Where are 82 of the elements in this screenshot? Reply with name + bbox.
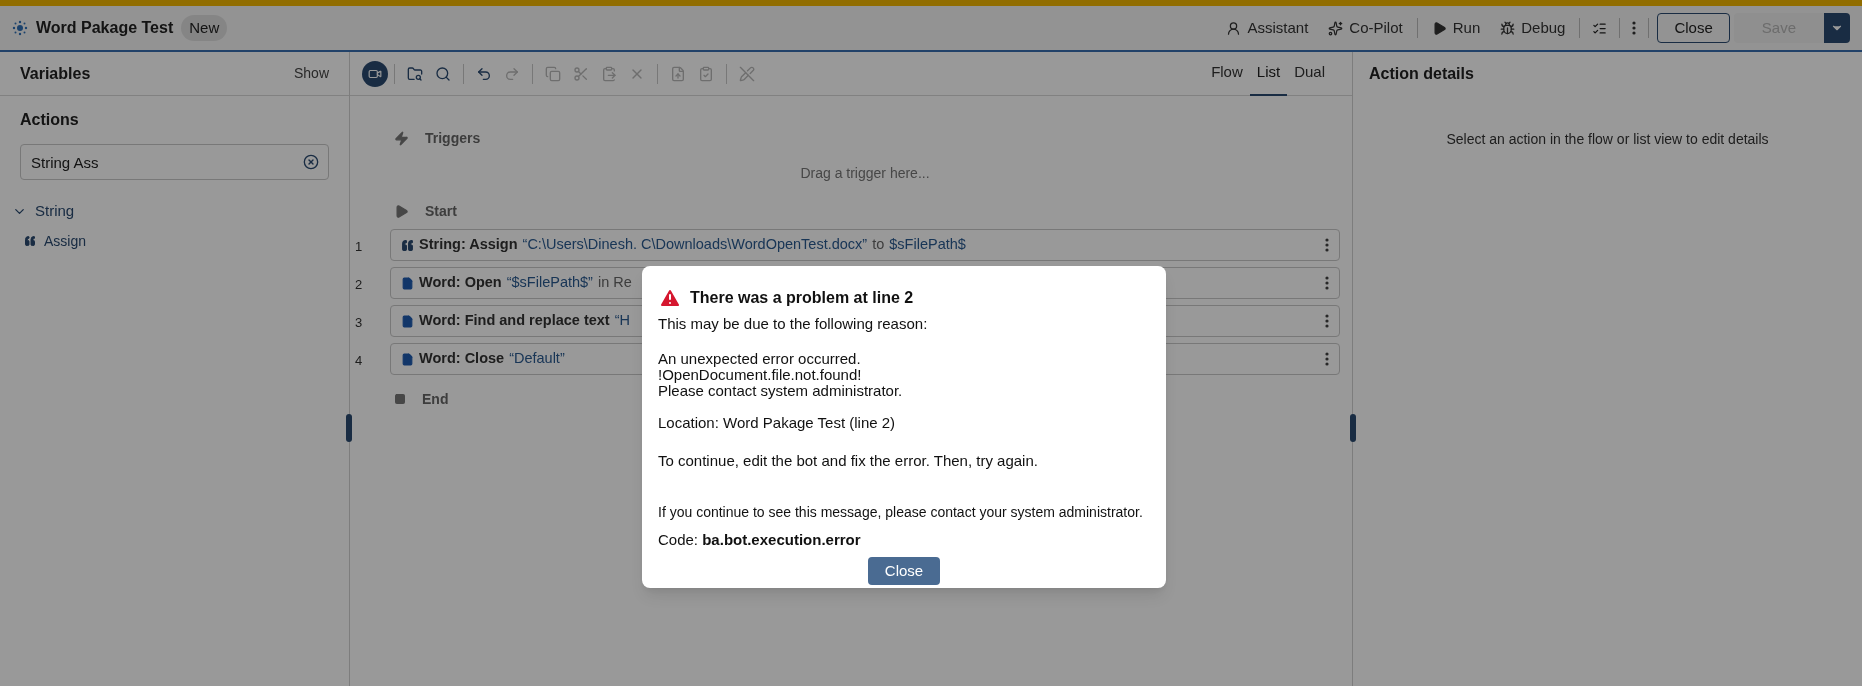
view-tab[interactable]: Dual — [1287, 51, 1332, 96]
panel-title: Action details — [1369, 64, 1474, 84]
import-icon — [698, 65, 714, 82]
dialog-text: To continue, edit the bot and fix the error. Then, try again. — [658, 451, 1039, 471]
search-field[interactable]: String Ass — [20, 144, 329, 180]
header-action-button[interactable]: Co-Pilot — [1318, 16, 1413, 40]
quote-icon — [24, 235, 36, 247]
header-action-button[interactable]: Run — [1421, 16, 1491, 40]
dialog-title: There was a problem at line 2 — [690, 288, 914, 308]
sparkle-icon — [1328, 20, 1344, 36]
action-label: String: Assign — [419, 235, 518, 255]
undo-icon — [476, 65, 492, 82]
show-link[interactable]: Show — [293, 63, 329, 84]
dialog-text: If you continue to see this message, please contact your system administrator. — [658, 502, 1144, 522]
quote-icon — [401, 238, 414, 252]
search-icon — [435, 65, 451, 82]
more-icon[interactable] — [1632, 21, 1637, 35]
header-action-button[interactable]: Assistant — [1216, 16, 1319, 40]
action-text: to — [872, 235, 885, 255]
panel-title: Actions — [19, 110, 80, 130]
line-number: 4 — [355, 352, 363, 370]
stop-icon — [394, 393, 406, 405]
bug-icon — [1500, 20, 1516, 36]
play-icon — [1431, 20, 1447, 36]
status-badge: New — [181, 14, 228, 42]
export-icon — [670, 65, 686, 82]
section-label: End — [422, 389, 449, 409]
action-value: “Default” — [509, 349, 565, 369]
section-label: Start — [425, 201, 457, 221]
header-action-button[interactable]: Debug — [1490, 16, 1576, 40]
document-icon — [401, 352, 414, 366]
error-message: An unexpected error occurred. — [658, 350, 862, 367]
action-text: in Re — [597, 273, 632, 293]
view-tab[interactable]: Flow — [1204, 51, 1250, 96]
action-value: “$sFilePath$” — [506, 273, 593, 293]
drop-hint: Drag a trigger here... — [800, 164, 930, 183]
copy-icon — [545, 65, 561, 82]
close-button[interactable]: Close — [1657, 13, 1730, 43]
action-row[interactable]: String: Assign “C:\Users\Dinesh. C\Downloads\WordOpenTest.docx” to $sFilePath$ — [390, 229, 1340, 261]
section-label: Triggers — [425, 128, 481, 148]
document-icon — [401, 276, 414, 290]
error-message: !OpenDocument.file.not.found! — [658, 366, 863, 383]
error-message: Please contact system administrator. — [658, 382, 904, 399]
action-label: Word: Find and replace text — [419, 311, 610, 331]
paste-icon — [601, 65, 617, 82]
play-icon — [394, 203, 409, 219]
person-icon — [1226, 20, 1242, 36]
tree-item[interactable]: Assign — [24, 230, 87, 252]
folder-search-icon — [407, 65, 423, 82]
clear-icon[interactable] — [303, 154, 319, 170]
document-icon — [401, 314, 414, 328]
record-button[interactable] — [362, 60, 388, 87]
resize-handle[interactable] — [346, 414, 352, 442]
more-icon[interactable] — [1325, 314, 1329, 328]
panel-title: Variables — [20, 63, 91, 84]
action-label: Word: Open — [419, 273, 502, 293]
bot-icon — [12, 20, 28, 36]
line-number: 3 — [355, 314, 363, 332]
action-label: Word: Close — [419, 349, 505, 369]
line-number: 1 — [355, 238, 363, 256]
error-code: Code: ba.bot.execution.error — [658, 529, 862, 550]
bot-title: Word Pakage Test — [36, 18, 174, 38]
disable-icon — [739, 65, 755, 82]
action-value: $sFilePath$ — [889, 235, 966, 255]
more-icon[interactable] — [1325, 352, 1329, 366]
cut-icon — [573, 65, 589, 82]
dialog-text: This may be due to the following reason: — [658, 314, 929, 334]
resize-handle[interactable] — [1350, 414, 1356, 442]
more-icon[interactable] — [1325, 238, 1329, 252]
dialog-text: Location: Word Pakage Test (line 2) — [658, 412, 897, 433]
list-icon — [1592, 20, 1608, 36]
dialog-close-button[interactable]: Close — [868, 557, 940, 585]
redo-icon — [504, 65, 520, 82]
lightning-icon — [394, 130, 409, 146]
action-value: “C:\Users\Dinesh. C\Downloads\WordOpenTest.docx” — [522, 235, 868, 255]
view-tab[interactable]: List — [1249, 51, 1288, 96]
empty-hint: Select an action in the flow or list view to edit details — [1446, 130, 1769, 149]
more-icon[interactable] — [1325, 276, 1329, 290]
line-number: 2 — [355, 276, 363, 294]
save-options-button[interactable] — [1824, 13, 1850, 43]
action-value: “H — [614, 311, 630, 331]
tree-group[interactable]: String — [12, 200, 75, 223]
